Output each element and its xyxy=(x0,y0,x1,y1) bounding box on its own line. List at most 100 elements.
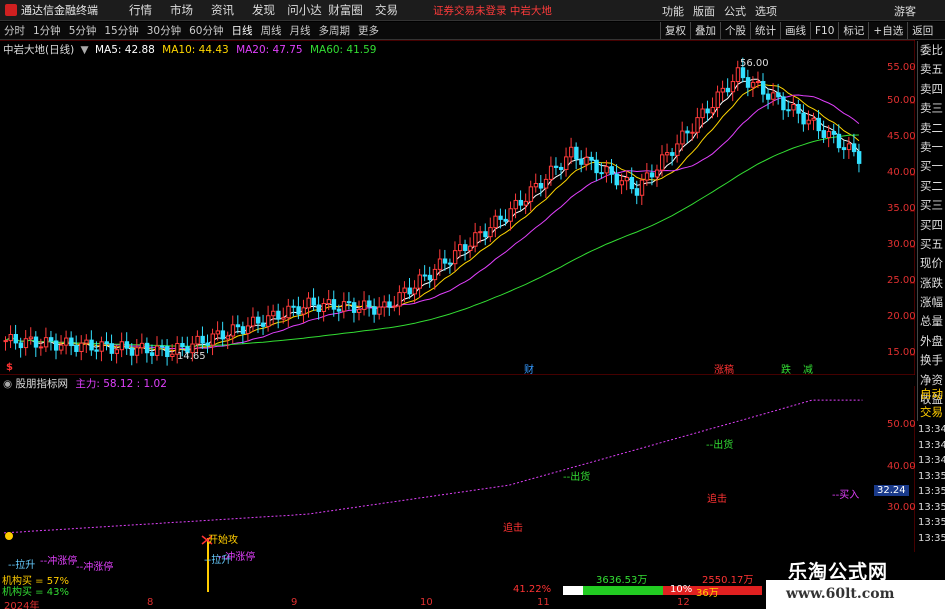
ma-line xyxy=(5,83,860,352)
period-15min[interactable]: 15分钟 xyxy=(100,23,142,38)
menu-function[interactable]: 功能 xyxy=(662,3,684,19)
candle-body xyxy=(710,106,715,114)
menu-news[interactable]: 资讯 xyxy=(202,2,243,18)
side-item[interactable]: 现价 xyxy=(918,254,945,273)
side-item-trade[interactable]: 交易 xyxy=(918,403,945,421)
menu-market[interactable]: 市场 xyxy=(161,2,202,18)
side-item[interactable]: 卖三 xyxy=(918,99,945,118)
candlestick-chart[interactable] xyxy=(0,40,915,375)
period-30min[interactable]: 30分钟 xyxy=(143,23,185,38)
candle-body xyxy=(821,130,826,138)
ma-line xyxy=(5,134,859,347)
candle-body xyxy=(543,178,549,189)
candle-body xyxy=(508,208,513,222)
candle-body xyxy=(776,92,781,98)
candle-body xyxy=(296,306,301,315)
menu-ask[interactable]: 问小达 xyxy=(284,2,325,18)
app-title: 通达信金融终端 xyxy=(21,4,98,17)
menu-formula[interactable]: 公式 xyxy=(724,3,746,19)
menu-trade[interactable]: 交易 xyxy=(366,2,407,18)
candle-body xyxy=(523,200,529,206)
period-tick[interactable]: 分时 xyxy=(0,23,29,38)
candle-body xyxy=(271,310,276,317)
institution-buy-2: 机构买 = 43% xyxy=(2,587,69,598)
period-weekly[interactable]: 周线 xyxy=(257,23,286,38)
candle-body xyxy=(442,258,448,264)
side-item[interactable]: 卖四 xyxy=(918,80,945,99)
side-item[interactable]: 卖一 xyxy=(918,138,945,157)
draw-button[interactable]: 画线 xyxy=(780,22,810,39)
back-button[interactable]: 返回 xyxy=(907,22,937,39)
menu-layout[interactable]: 版面 xyxy=(693,3,715,19)
login-notice[interactable]: 证券交易未登录 中岩大地 xyxy=(433,3,552,18)
y-tick: 50.00 xyxy=(887,95,916,106)
period-60min[interactable]: 60分钟 xyxy=(185,23,227,38)
candle-body xyxy=(362,300,367,310)
candle-body xyxy=(8,334,13,342)
period-multi[interactable]: 多周期 xyxy=(315,23,355,38)
candle-body xyxy=(700,108,705,119)
auto-trade-tab[interactable]: 自动 交易 xyxy=(917,385,945,421)
side-item[interactable]: 涨跌 xyxy=(918,274,945,293)
mark-button[interactable]: 标记 xyxy=(838,22,868,39)
candle-body xyxy=(766,93,771,100)
side-item[interactable]: 买一 xyxy=(918,157,945,176)
side-item[interactable]: 买五 xyxy=(918,235,945,254)
side-item[interactable]: 买四 xyxy=(918,216,945,235)
side-item[interactable]: 换手 xyxy=(918,351,945,370)
candle-body xyxy=(796,103,801,114)
period-5min[interactable]: 5分钟 xyxy=(65,23,101,38)
side-item[interactable]: 总量 xyxy=(918,312,945,331)
candle-body xyxy=(660,154,665,171)
x-tick: 8 xyxy=(147,597,154,608)
menu-options[interactable]: 选项 xyxy=(755,3,777,19)
side-item[interactable]: 卖二 xyxy=(918,119,945,138)
period-more[interactable]: 更多 xyxy=(354,23,383,38)
dropdown-icon[interactable]: ▼ xyxy=(81,44,89,56)
side-item[interactable]: 卖五 xyxy=(918,60,945,79)
candle-body xyxy=(533,182,539,188)
guest-label[interactable]: 游客 xyxy=(894,3,916,19)
tag-limit-up[interactable]: 涨稿 xyxy=(714,361,734,376)
side-item[interactable]: 委比 xyxy=(918,41,945,60)
y-tick: 25.00 xyxy=(887,275,916,286)
overlay-button[interactable]: 叠加 xyxy=(690,22,720,39)
candle-body xyxy=(74,345,79,352)
candle-body xyxy=(306,297,311,309)
menu-quotes[interactable]: 行情 xyxy=(120,2,161,18)
candle-body xyxy=(599,172,604,175)
restore-button[interactable]: 复权 xyxy=(660,22,690,39)
candle-body xyxy=(336,308,342,312)
stock-name[interactable]: 中岩大地(日线) xyxy=(3,44,74,56)
side-item-auto[interactable]: 自动 xyxy=(918,385,945,403)
side-item[interactable]: 外盘 xyxy=(918,332,945,351)
period-monthly[interactable]: 月线 xyxy=(286,23,315,38)
period-bar: 分时 1分钟 5分钟 15分钟 30分钟 60分钟 日线 周线 月线 多周期 更… xyxy=(0,22,945,40)
stock-button[interactable]: 个股 xyxy=(720,22,750,39)
side-item[interactable]: 买二 xyxy=(918,177,945,196)
candle-body xyxy=(235,324,241,328)
tag-dollar[interactable]: $ xyxy=(6,362,13,373)
tag-fall[interactable]: 跌 xyxy=(781,361,791,376)
tag-finance[interactable]: 财 xyxy=(524,361,534,376)
f10-button[interactable]: F10 xyxy=(810,22,838,39)
candle-body xyxy=(64,337,69,346)
x-tick: 11 xyxy=(537,597,550,608)
candle-body xyxy=(528,186,534,202)
candle-body xyxy=(84,339,89,344)
candle-body xyxy=(589,156,594,161)
side-item[interactable]: 涨幅 xyxy=(918,293,945,312)
menu-wealth[interactable]: 财富圈 xyxy=(325,2,366,18)
add-watchlist-button[interactable]: +自选 xyxy=(868,22,907,39)
period-1min[interactable]: 1分钟 xyxy=(29,23,65,38)
menu-discover[interactable]: 发现 xyxy=(243,2,284,18)
side-item[interactable]: 买三 xyxy=(918,196,945,215)
candle-body xyxy=(54,340,59,351)
candle-body xyxy=(33,336,39,348)
ma-line xyxy=(5,78,860,353)
candle-body xyxy=(377,306,382,315)
tag-reduce[interactable]: 减 xyxy=(803,361,813,376)
candle-body xyxy=(155,345,160,356)
stats-button[interactable]: 统计 xyxy=(750,22,780,39)
period-daily[interactable]: 日线 xyxy=(228,23,257,38)
